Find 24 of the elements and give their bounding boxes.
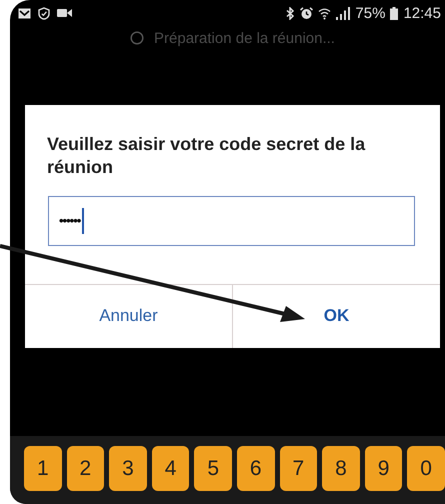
message-icon bbox=[18, 8, 31, 18]
battery-percentage: 75% bbox=[355, 4, 386, 22]
alarm-clock-icon bbox=[300, 6, 314, 20]
clock-time: 12:45 bbox=[403, 4, 441, 22]
keyboard-key[interactable]: 4 bbox=[152, 446, 190, 491]
wifi-icon bbox=[318, 6, 332, 20]
loading-text: Préparation de la réunion... bbox=[154, 30, 335, 46]
signal-icon bbox=[336, 6, 350, 20]
keyboard-key[interactable]: 2 bbox=[66, 446, 104, 491]
spinner-icon bbox=[130, 31, 144, 45]
dialog-title: Veuillez saisir votre code secret de la réunion bbox=[46, 133, 366, 180]
keyboard-key[interactable]: 8 bbox=[322, 446, 360, 491]
keyboard-key[interactable]: 9 bbox=[364, 446, 402, 491]
keyboard-key[interactable]: 1 bbox=[24, 446, 62, 491]
bluetooth-icon bbox=[286, 6, 296, 20]
keyboard-key[interactable]: 7 bbox=[280, 446, 318, 491]
keyboard-key[interactable]: 0 bbox=[407, 446, 445, 491]
battery-icon bbox=[390, 6, 398, 20]
shield-icon bbox=[38, 6, 50, 20]
keyboard-key[interactable]: 3 bbox=[109, 446, 147, 491]
keyboard-key[interactable]: 5 bbox=[194, 446, 232, 491]
video-camera-icon bbox=[57, 8, 72, 18]
password-field[interactable]: •••••• bbox=[48, 196, 415, 246]
keyboard-key[interactable]: 6 bbox=[236, 446, 275, 491]
